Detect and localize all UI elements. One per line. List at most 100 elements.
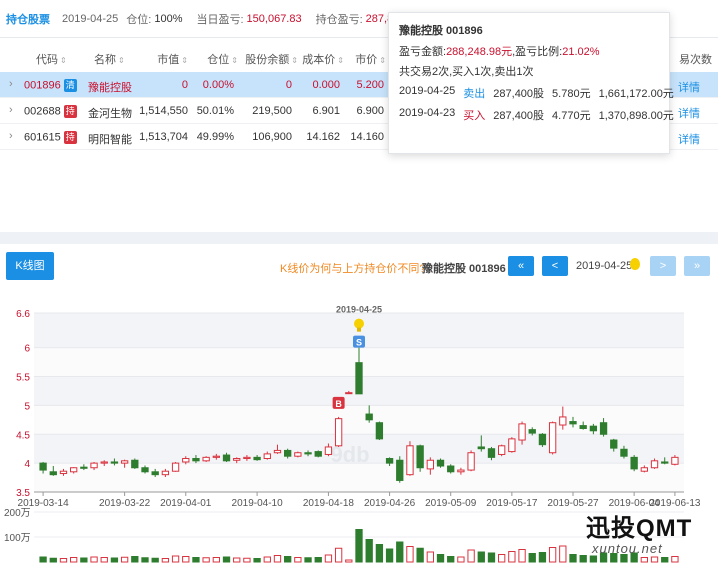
volume-bar xyxy=(538,552,547,563)
candle xyxy=(640,467,648,472)
candle xyxy=(518,423,526,441)
candle xyxy=(426,459,434,470)
candle xyxy=(70,467,78,473)
volume-bar xyxy=(49,557,57,563)
candle xyxy=(222,454,231,462)
volume-bar xyxy=(80,557,88,563)
volume-bar xyxy=(436,554,445,563)
volume-bar xyxy=(416,547,424,563)
y-tick-label: 6.6 xyxy=(16,309,30,320)
kline-chart[interactable]: 6.665.554.543.52019-03-14 2019-03-22 2019-… xyxy=(0,0,718,568)
candle xyxy=(589,425,598,432)
candle xyxy=(314,451,322,457)
volume-bar xyxy=(294,557,302,563)
candle xyxy=(202,456,210,462)
candle xyxy=(284,449,292,457)
candle xyxy=(39,462,47,471)
candle xyxy=(630,456,638,470)
candle xyxy=(365,413,373,421)
candle xyxy=(161,470,170,476)
volume-bar xyxy=(304,557,312,563)
candle xyxy=(141,467,149,473)
buy-marker-label: B xyxy=(335,399,342,409)
candle xyxy=(559,416,567,426)
candle xyxy=(528,429,536,434)
candle xyxy=(49,471,57,476)
volume-bar xyxy=(151,557,159,563)
volume-bar xyxy=(498,554,506,563)
volume-bar xyxy=(233,557,241,563)
volume-bar xyxy=(589,555,598,563)
candle xyxy=(650,460,659,469)
candle xyxy=(610,439,618,449)
lightbulb-marker-base xyxy=(357,327,361,332)
candle xyxy=(538,433,547,446)
x-tick-label: 2019-05-09 xyxy=(425,498,477,509)
sell-marker-label: S xyxy=(356,338,362,348)
volume-bar xyxy=(671,556,679,563)
candle xyxy=(131,459,139,469)
volume-bar xyxy=(569,554,577,563)
volume-bar xyxy=(141,557,149,563)
candle xyxy=(671,456,679,465)
volume-bar xyxy=(59,558,68,563)
volume-bar xyxy=(171,555,180,563)
volume-bar xyxy=(477,551,485,563)
volume-bar xyxy=(100,557,108,563)
volume-bar xyxy=(528,553,536,563)
volume-bar xyxy=(487,552,496,563)
volume-bar xyxy=(447,556,455,563)
candle xyxy=(447,465,455,473)
candle xyxy=(100,461,108,464)
candle xyxy=(233,458,241,461)
candle xyxy=(661,461,669,464)
volume-bar xyxy=(263,556,271,563)
candle xyxy=(192,458,200,462)
volume-bar xyxy=(661,557,669,563)
candle xyxy=(457,469,465,473)
candle xyxy=(416,445,424,469)
volume-bar xyxy=(90,556,98,563)
volume-bar xyxy=(396,541,404,563)
candle xyxy=(345,392,353,395)
volume-bar xyxy=(284,556,292,563)
candle xyxy=(406,445,414,476)
volume-bar xyxy=(518,549,526,563)
volume-bar xyxy=(406,546,414,563)
candle xyxy=(620,448,628,457)
y-tick-label: 5 xyxy=(24,401,30,412)
volume-bar xyxy=(120,556,129,563)
volume-bar xyxy=(375,544,384,563)
volume-bar xyxy=(243,557,251,563)
chart-band xyxy=(34,405,684,435)
volume-tick-label: 100万 xyxy=(4,533,31,544)
x-tick-label: 2019-03-22 xyxy=(99,498,151,509)
y-tick-label: 6 xyxy=(24,344,30,355)
volume-bar xyxy=(70,557,78,563)
volume-bar xyxy=(650,556,659,563)
candle xyxy=(599,422,608,435)
volume-bar xyxy=(457,556,465,563)
marker-date-label: 2019-04-25 xyxy=(336,305,382,315)
candle xyxy=(508,438,516,453)
volume-bar xyxy=(385,548,394,563)
candle xyxy=(355,362,363,395)
candle xyxy=(324,446,333,455)
candle xyxy=(579,425,587,429)
candle xyxy=(467,452,475,471)
volume-bar xyxy=(345,559,353,563)
volume-bar xyxy=(324,554,333,563)
candle xyxy=(375,422,384,440)
volume-bar xyxy=(273,555,282,563)
candle xyxy=(487,448,496,458)
candle xyxy=(110,461,119,464)
volume-bar xyxy=(559,545,567,563)
watermark-logo: 迅投QMT xyxy=(586,515,693,542)
candle xyxy=(569,421,577,425)
volume-bar xyxy=(508,551,516,563)
volume-bar xyxy=(467,549,475,563)
volume-bar xyxy=(39,556,47,563)
volume-bar xyxy=(161,558,170,563)
y-tick-label: 5.5 xyxy=(16,373,30,384)
volume-bar xyxy=(426,551,434,563)
